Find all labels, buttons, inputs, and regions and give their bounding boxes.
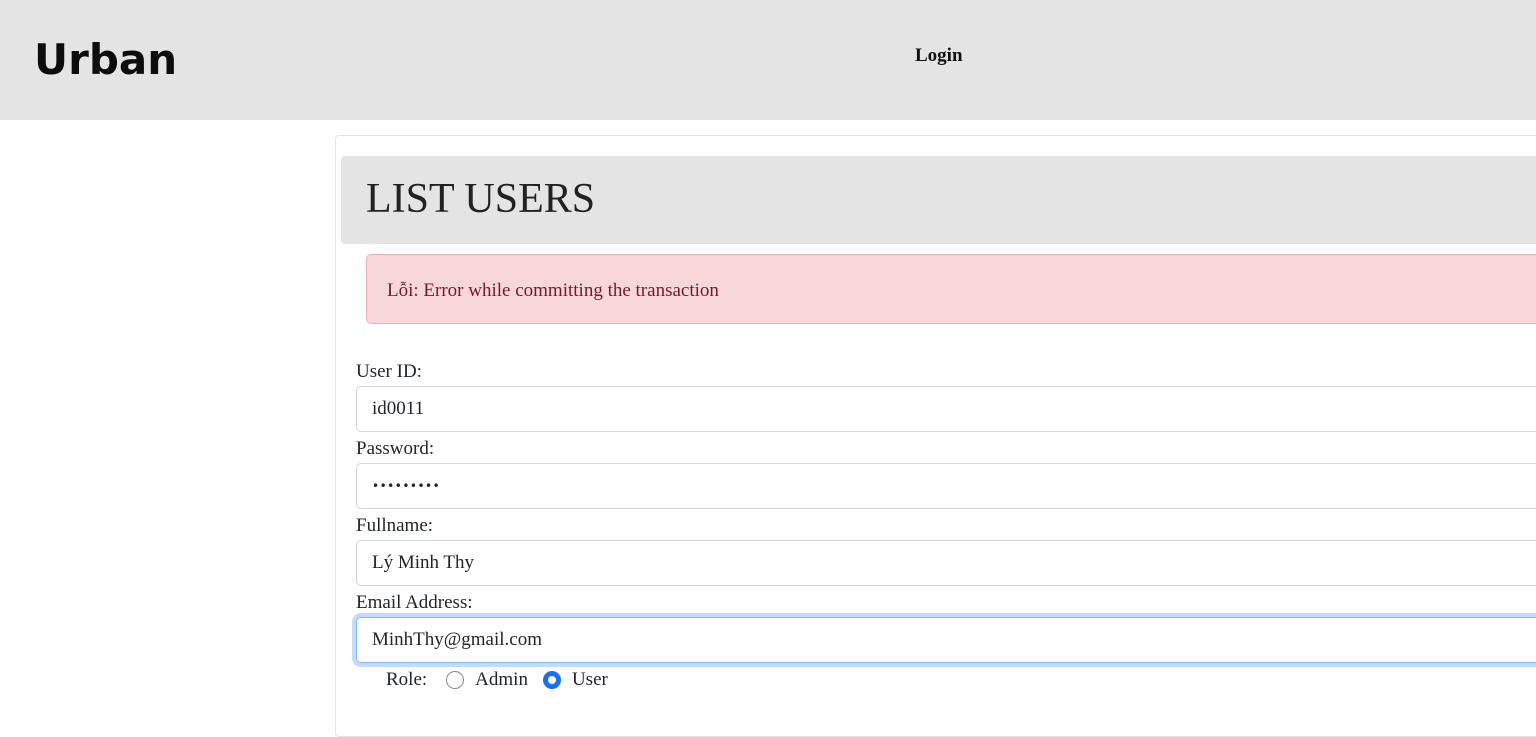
password-masked-value: •••••••••: [372, 479, 441, 493]
email-label: Email Address:: [356, 592, 473, 613]
password-label: Password:: [356, 438, 435, 459]
role-admin-radio[interactable]: [446, 671, 465, 689]
login-link[interactable]: Login: [915, 44, 963, 68]
fullname-label: Fullname:: [356, 515, 434, 536]
role-user-label[interactable]: User: [572, 669, 608, 691]
role-user-radio[interactable]: [542, 671, 561, 689]
email-input[interactable]: [356, 617, 1536, 663]
user-id-input[interactable]: [356, 386, 1536, 432]
user-id-label: User ID:: [356, 361, 422, 382]
error-alert-message: Lỗi: Error while committing the transact…: [387, 280, 719, 301]
page-title: LIST USERS: [366, 176, 596, 222]
role-label: Role:: [386, 669, 428, 690]
role-selector: Role: Admin User: [386, 668, 623, 692]
password-input[interactable]: •••••••••: [356, 463, 1536, 509]
brand-logo[interactable]: Urban: [34, 34, 177, 86]
role-admin-label[interactable]: Admin: [475, 669, 528, 691]
top-navbar: Urban Login: [0, 0, 1536, 120]
error-alert: Lỗi: Error while committing the transact…: [366, 254, 1536, 324]
fullname-input[interactable]: [356, 540, 1536, 586]
